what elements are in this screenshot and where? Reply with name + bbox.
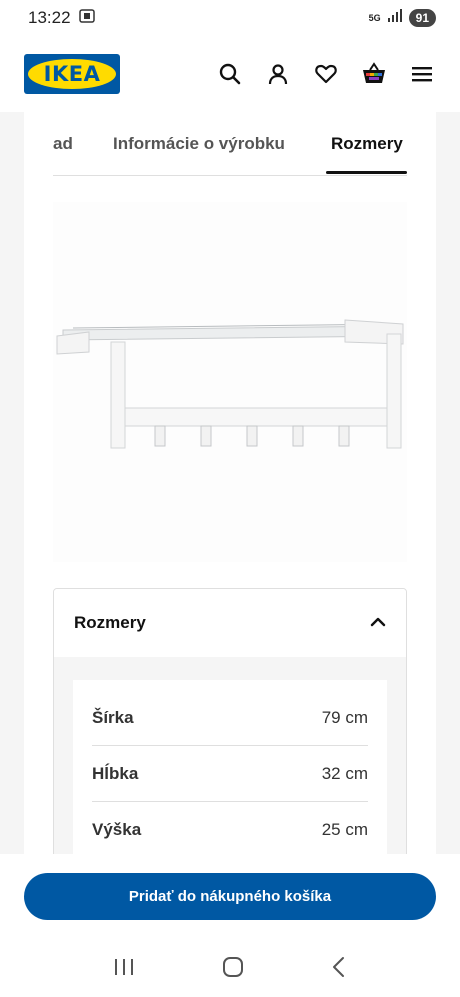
back-icon[interactable] xyxy=(331,956,347,983)
product-details-card: ad Informácie o výrobku Rozmery Rozmery … xyxy=(24,112,436,854)
product-image xyxy=(53,202,407,562)
tab-partial[interactable]: ad xyxy=(53,134,73,154)
chevron-up-icon[interactable] xyxy=(370,614,386,632)
recent-apps-icon[interactable] xyxy=(113,957,135,982)
dimension-value: 79 cm xyxy=(321,707,368,727)
site-header: IKEA xyxy=(0,36,460,112)
dimension-row-height: Výška 25 cm xyxy=(92,802,368,854)
dimension-row-width: Šírka 79 cm xyxy=(92,690,368,746)
dimension-value: 25 cm xyxy=(321,820,368,839)
dimension-row-depth: Hĺbka 32 cm xyxy=(92,746,368,802)
active-tab-indicator xyxy=(326,171,407,174)
cart-icon[interactable] xyxy=(360,60,388,88)
status-time: 13:22 xyxy=(28,8,71,27)
status-bar: 13:22 5G 91 xyxy=(0,0,460,36)
home-icon[interactable] xyxy=(222,956,244,983)
logo-text: IKEA xyxy=(28,59,116,89)
dimension-label: Výška xyxy=(92,820,142,839)
ikea-logo[interactable]: IKEA xyxy=(24,54,120,94)
battery-icon: 91 xyxy=(408,9,436,27)
system-nav-bar xyxy=(0,942,460,997)
dimension-label: Šírka xyxy=(92,707,134,727)
dimensions-accordion-header[interactable]: Rozmery xyxy=(54,589,406,657)
dimensions-table: Šírka 79 cm Hĺbka 32 cm Výška 25 cm xyxy=(73,680,387,854)
signal-icon xyxy=(387,8,403,28)
account-icon[interactable] xyxy=(264,60,292,88)
product-tabs: ad Informácie o výrobku Rozmery xyxy=(53,112,407,176)
add-to-cart-button[interactable]: Pridať do nákupného košíka xyxy=(24,873,436,920)
dimension-label: Hĺbka xyxy=(92,763,139,783)
dimensions-panel: Rozmery Šírka 79 cm Hĺbka 32 cm Výška 25… xyxy=(53,588,407,854)
dimension-value: 32 cm xyxy=(321,763,368,783)
tab-dimensions[interactable]: Rozmery xyxy=(331,134,403,154)
network-label: 5G xyxy=(368,13,381,23)
search-icon[interactable] xyxy=(216,60,244,88)
heart-icon[interactable] xyxy=(312,60,340,88)
screenshot-icon xyxy=(78,8,95,29)
dimensions-title: Rozmery xyxy=(74,613,146,632)
menu-icon[interactable] xyxy=(408,60,436,88)
tab-product-info[interactable]: Informácie o výrobku xyxy=(113,134,285,154)
